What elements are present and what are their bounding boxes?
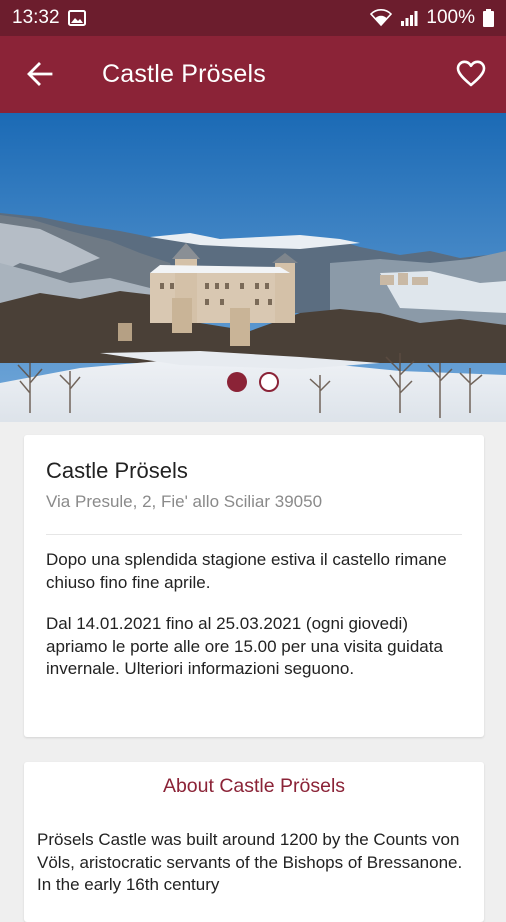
status-bar: 13:32 100% — [0, 0, 506, 36]
status-bar-right: 100% — [370, 7, 494, 29]
carousel-dot-1[interactable] — [227, 372, 247, 392]
wifi-icon — [370, 9, 393, 27]
battery-text: 100% — [426, 7, 475, 28]
image-icon — [67, 10, 86, 26]
hero-carousel[interactable] — [0, 113, 506, 422]
status-time: 13:32 — [12, 7, 60, 28]
heart-outline-icon — [456, 60, 486, 87]
app-bar: Castle Prösels — [0, 36, 506, 113]
place-title: Castle Prösels — [46, 458, 188, 483]
divider — [46, 534, 462, 535]
arrow-left-icon — [27, 62, 53, 86]
battery-icon — [483, 9, 494, 27]
page-title: Castle Prösels — [102, 60, 266, 88]
status-bar-left: 13:32 — [12, 7, 86, 29]
info-paragraph: Dopo una splendida stagione estiva il ca… — [46, 550, 447, 592]
about-card: About Castle Prösels Prösels Castle was … — [24, 762, 484, 922]
favorite-button[interactable] — [454, 56, 488, 90]
info-paragraph: Dal 14.01.2021 fino al 25.03.2021 (ogni … — [46, 614, 443, 678]
back-button[interactable] — [24, 58, 56, 90]
carousel-indicators — [0, 372, 506, 392]
about-title: About Castle Prösels — [162, 775, 346, 797]
place-address[interactable]: Via Presule, 2, Fie' allo Sciliar 39050 — [46, 491, 462, 513]
info-card: Castle Prösels Via Presule, 2, Fie' allo… — [24, 435, 484, 737]
carousel-dot-2[interactable] — [259, 372, 279, 392]
about-text: Prösels Castle was built around 1200 by … — [37, 830, 463, 894]
signal-icon — [400, 10, 418, 26]
